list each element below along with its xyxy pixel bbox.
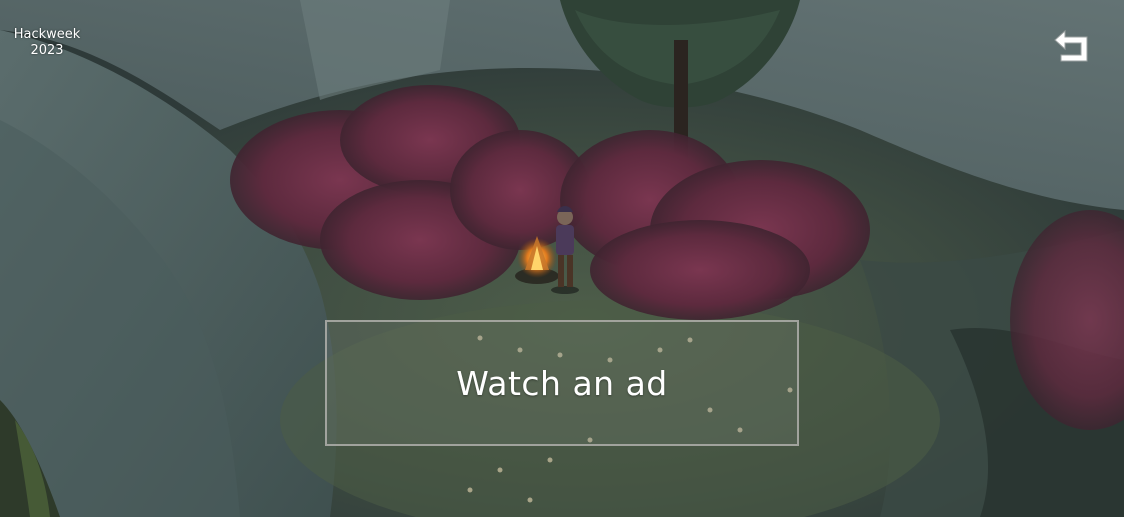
watermark-line-2: 2023 [30, 43, 64, 58]
watch-ad-label: Watch an ad [456, 363, 668, 403]
watch-ad-button[interactable]: Watch an ad [325, 320, 799, 446]
game-viewport[interactable]: Hackweek 2023 Watch an ad [0, 0, 1124, 517]
return-arrow-icon [1054, 29, 1088, 62]
hackweek-watermark: Hackweek 2023 [6, 27, 88, 59]
watermark-line-1: Hackweek [13, 27, 81, 42]
back-button[interactable] [1053, 27, 1093, 63]
